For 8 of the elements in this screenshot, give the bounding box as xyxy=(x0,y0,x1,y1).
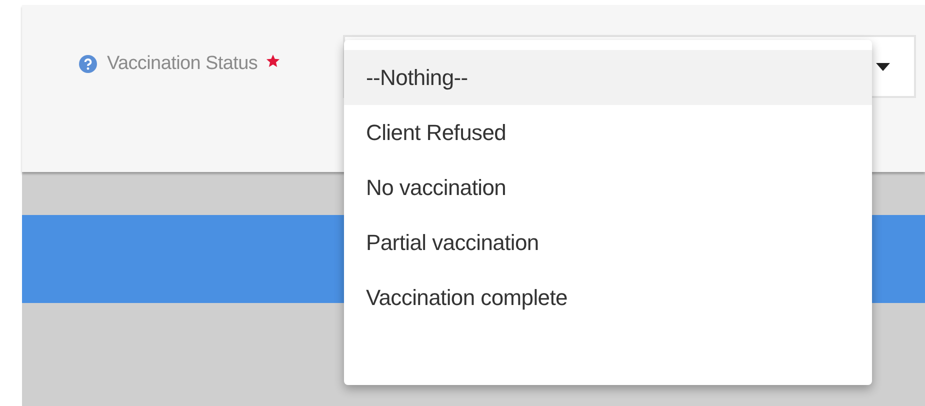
field-label: Vaccination Status xyxy=(107,53,258,75)
caret-icon xyxy=(876,62,890,70)
dropdown-option[interactable]: Partial vaccination xyxy=(344,215,872,270)
dropdown-option[interactable]: No vaccination xyxy=(344,160,872,215)
help-icon[interactable] xyxy=(79,55,97,73)
dropdown-option[interactable]: Client Refused xyxy=(344,105,872,160)
dropdown-option[interactable]: Vaccination complete xyxy=(344,270,872,325)
dropdown-option[interactable]: --Nothing-- xyxy=(344,50,872,105)
